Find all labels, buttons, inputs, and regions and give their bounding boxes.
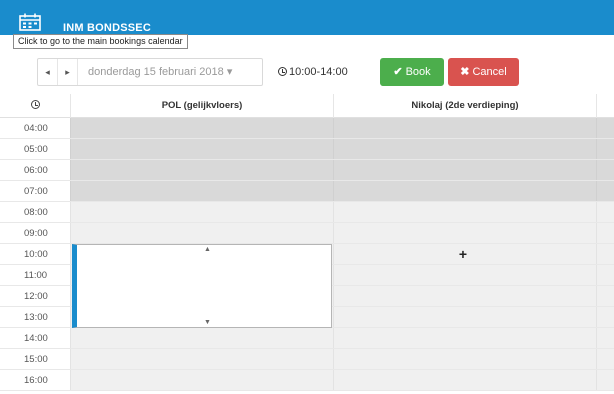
slot-cell [333,181,596,201]
resource-header-pol: POL (gelijkvloers) [70,94,333,118]
slot-cell [596,118,614,138]
chevron-right-icon[interactable]: ▸ [58,59,78,85]
slot-cell[interactable] [596,370,614,390]
time-label: 07:00 [24,186,48,197]
time-label: 16:00 [24,375,48,386]
time-label: 04:00 [24,123,48,134]
calendar-link-tooltip: Click to go to the main bookings calenda… [13,34,188,49]
time-range-text: 10:00-14:00 [289,66,348,78]
book-button-label: Book [405,66,431,78]
booking-grid: POL (gelijkvloers) Nikolaj (2de verdiepi… [0,94,614,394]
slot-cell[interactable] [596,265,614,285]
slot-cell[interactable] [596,328,614,348]
app-title[interactable]: INM BONDSSEC [63,22,151,34]
slot-cell [596,160,614,180]
time-row: 04:00 [0,118,614,139]
resource-header-overflow [596,94,614,118]
slot-cell [333,139,596,159]
slot-cell [596,139,614,159]
time-label: 11:00 [24,270,48,281]
add-booking-plus-icon[interactable]: + [456,246,470,262]
slot-cell[interactable] [596,223,614,243]
resize-handle-top[interactable]: ▲ [204,246,211,254]
check-icon: ✔ [393,66,403,78]
time-label: 06:00 [24,165,48,176]
booking-selection[interactable]: ▲ ▼ [72,244,332,328]
slot-cell[interactable] [333,223,596,243]
time-row: 15:00 [0,349,614,370]
time-label: 14:00 [24,333,48,344]
slot-cell[interactable] [70,370,333,390]
book-button[interactable]: ✔ Book [380,58,444,86]
close-icon: ✖ [460,66,470,78]
time-label: 10:00 [24,249,48,260]
clock-icon [278,67,287,76]
slot-cell [70,139,333,159]
chevron-left-icon[interactable]: ◂ [38,59,58,85]
slot-cell[interactable] [70,202,333,222]
resource-header-nikolaj: Nikolaj (2de verdieping) [333,94,596,118]
time-label: 13:00 [24,312,48,323]
time-row: 16:00 [0,370,614,391]
slot-cell[interactable] [333,370,596,390]
slot-cell [333,118,596,138]
date-select[interactable]: donderdag 15 februari 2018 ▾ [88,59,232,85]
slot-cell[interactable] [333,202,596,222]
selected-time-range: 10:00-14:00 [278,65,348,79]
date-navigator: ◂ ▸ donderdag 15 februari 2018 ▾ [37,58,263,86]
slot-cell[interactable] [333,349,596,369]
slot-cell[interactable] [333,328,596,348]
slot-cell [70,118,333,138]
grid-header: POL (gelijkvloers) Nikolaj (2de verdiepi… [0,94,614,118]
clock-icon [30,100,40,109]
cancel-button-label: Cancel [472,66,507,78]
slot-cell[interactable] [333,286,596,306]
time-label: 12:00 [24,291,48,302]
time-label: 08:00 [24,207,48,218]
slot-cell[interactable] [596,307,614,327]
time-label: 05:00 [24,144,48,155]
slot-cell[interactable] [70,223,333,243]
slot-cell[interactable] [333,307,596,327]
slot-cell [333,160,596,180]
slot-cell[interactable] [333,265,596,285]
toolbar: ◂ ▸ donderdag 15 februari 2018 ▾ 10:00-1… [0,52,614,92]
cancel-button[interactable]: ✖ Cancel [448,58,519,86]
time-column-header [0,94,70,118]
time-row: 09:00 [0,223,614,244]
slot-cell[interactable] [596,244,614,264]
slot-cell[interactable] [596,349,614,369]
time-row: 07:00 [0,181,614,202]
time-row: 05:00 [0,139,614,160]
resize-handle-bottom[interactable]: ▼ [204,319,211,327]
time-row: 06:00 [0,160,614,181]
slot-cell[interactable] [596,202,614,222]
slot-cell[interactable] [70,349,333,369]
time-row: 14:00 [0,328,614,349]
time-label: 15:00 [24,354,48,365]
slot-cell [596,181,614,201]
calendar-icon[interactable] [19,13,41,31]
slot-cell[interactable] [70,328,333,348]
time-row: 08:00 [0,202,614,223]
slot-cell[interactable] [596,286,614,306]
slot-cell [70,160,333,180]
time-label: 09:00 [24,228,48,239]
top-bar: INM BONDSSEC [0,0,614,35]
slot-cell [70,181,333,201]
